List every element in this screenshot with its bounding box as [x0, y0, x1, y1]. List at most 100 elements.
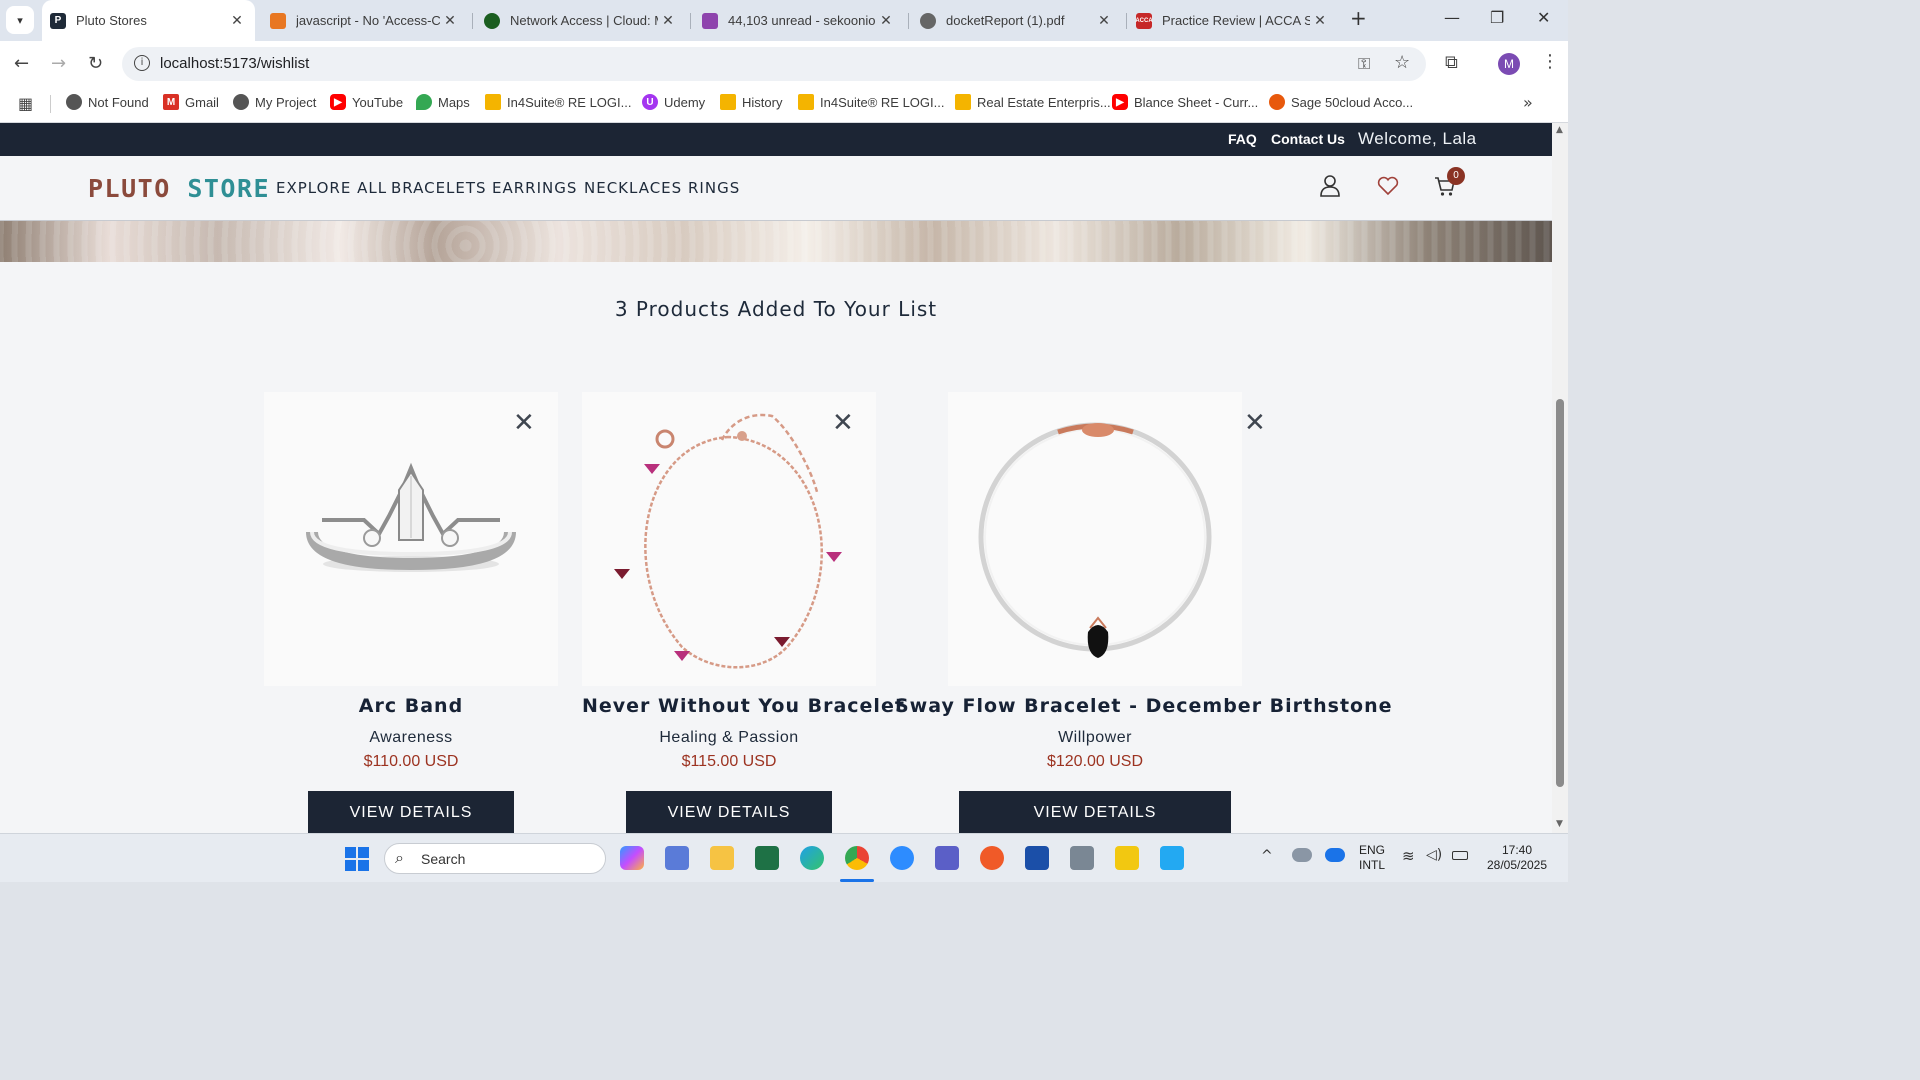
extensions-icon[interactable]: ⧉ — [1445, 52, 1458, 73]
bookmark-youtube[interactable]: ▶ YouTube — [330, 94, 403, 110]
scrollbar-thumb[interactable] — [1556, 399, 1564, 787]
store-logo[interactable]: PLUTO STORE — [88, 174, 270, 203]
faq-link[interactable]: FAQ — [1228, 131, 1257, 147]
url-text: localhost:5173/wishlist — [160, 55, 310, 72]
gmail-icon: M — [163, 94, 179, 110]
user-icon[interactable] — [1320, 175, 1340, 197]
reload-icon[interactable]: ↻ — [88, 53, 103, 74]
page-scrollbar[interactable]: ▲ ▼ — [1552, 123, 1568, 833]
bookmark-label: Not Found — [88, 94, 149, 110]
remove-item-close-icon[interactable]: ✕ — [1244, 410, 1266, 436]
clock[interactable]: 17:40 28/05/2025 — [1480, 843, 1554, 873]
edge-icon[interactable] — [800, 846, 824, 870]
view-details-button[interactable]: VIEW DETAILS — [959, 791, 1231, 833]
forward-icon[interactable]: → — [51, 53, 66, 74]
teams-icon[interactable] — [935, 846, 959, 870]
remove-item-close-icon[interactable]: ✕ — [832, 410, 854, 436]
copilot-icon[interactable] — [620, 846, 644, 870]
tab-title: Network Access | Cloud: M — [510, 13, 658, 28]
search-icon: ⌕ — [395, 848, 404, 867]
nav-bracelets[interactable]: BRACELETS — [391, 179, 487, 197]
volume-icon[interactable]: ◁) — [1426, 847, 1442, 863]
product-name[interactable]: Sway Flow Bracelet - December Birthstone — [895, 695, 1392, 717]
close-window-icon[interactable]: ✕ — [1537, 8, 1550, 27]
bookmark-gmail[interactable]: M Gmail — [163, 94, 219, 110]
restore-icon[interactable]: ❐ — [1490, 8, 1504, 27]
tab-javascript[interactable]: javascript - No 'Access-Cor ✕ — [262, 0, 468, 41]
file-explorer-icon[interactable] — [710, 846, 734, 870]
zoom-icon[interactable] — [890, 846, 914, 870]
calculator-icon[interactable] — [1070, 846, 1094, 870]
tab-title: docketReport (1).pdf — [946, 13, 1065, 28]
wifi-icon[interactable]: ≋ — [1402, 847, 1415, 865]
power-bi-icon[interactable] — [1115, 846, 1139, 870]
taskbar-search-box[interactable]: ⌕ Search — [384, 843, 606, 874]
bookmark-sage[interactable]: Sage 50cloud Acco... — [1269, 94, 1413, 110]
bookmark-my-project[interactable]: My Project — [233, 94, 316, 110]
bookmark-not-found[interactable]: Not Found — [66, 94, 149, 110]
tab-search-button[interactable]: ▾ — [6, 6, 34, 34]
close-tab-icon[interactable]: ✕ — [876, 12, 896, 29]
bookmark-maps[interactable]: Maps — [416, 94, 470, 110]
onedrive-business-icon[interactable] — [1325, 848, 1345, 862]
tab-network-access[interactable]: Network Access | Cloud: M ✕ — [476, 0, 686, 41]
close-tab-icon[interactable]: ✕ — [440, 12, 460, 29]
close-tab-icon[interactable]: ✕ — [227, 12, 247, 29]
close-tab-icon[interactable]: ✕ — [1094, 12, 1114, 29]
chevron-up-icon[interactable]: ^ — [1261, 848, 1273, 864]
bookmark-history[interactable]: History — [720, 94, 782, 110]
site-info-icon[interactable]: i — [134, 55, 150, 71]
new-tab-icon[interactable]: + — [1350, 6, 1367, 30]
nav-rings[interactable]: RINGS — [688, 179, 740, 197]
bookmark-udemy[interactable]: U Udemy — [642, 94, 705, 110]
language-indicator[interactable]: ENG INTL — [1356, 843, 1388, 873]
pluto-favicon-icon: P — [50, 12, 66, 29]
profile-avatar[interactable]: M — [1498, 53, 1520, 75]
apps-grid-icon[interactable]: ▦ — [18, 94, 33, 113]
menu-dots-icon[interactable]: ⋮ — [1541, 51, 1559, 72]
youtube-icon: ▶ — [330, 94, 346, 110]
product-name[interactable]: Arc Band — [264, 695, 558, 717]
scroll-up-icon[interactable]: ▲ — [1556, 125, 1563, 135]
bookmark-star-icon[interactable]: ☆ — [1394, 52, 1410, 73]
minimize-icon[interactable]: — — [1444, 8, 1460, 27]
password-key-icon[interactable]: ⚿ — [1358, 54, 1370, 74]
address-bar[interactable]: i localhost:5173/wishlist ⚿ ☆ — [122, 47, 1426, 81]
tab-pluto-stores[interactable]: P Pluto Stores ✕ — [42, 0, 255, 41]
battery-icon[interactable] — [1452, 851, 1468, 860]
bookmark-in4suite-2[interactable]: In4Suite® RE LOGI... — [798, 94, 944, 110]
tab-acca[interactable]: ACCA Practice Review | ACCA Stu ✕ — [1128, 0, 1338, 41]
close-tab-icon[interactable]: ✕ — [658, 12, 678, 29]
scroll-down-icon[interactable]: ▼ — [1556, 819, 1563, 829]
tab-mail[interactable]: 44,103 unread - sekoonioi ✕ — [694, 0, 904, 41]
app-icon[interactable] — [665, 846, 689, 870]
windows-start-icon[interactable] — [345, 847, 369, 871]
app-orange-icon[interactable] — [980, 846, 1004, 870]
bookmark-real-estate[interactable]: Real Estate Enterpris... — [955, 94, 1111, 110]
view-details-button[interactable]: VIEW DETAILS — [626, 791, 832, 833]
chrome-icon[interactable] — [845, 846, 869, 870]
tab-docket-report[interactable]: docketReport (1).pdf ✕ — [912, 0, 1122, 41]
more-bookmarks-icon[interactable]: » — [1523, 93, 1533, 112]
globe-favicon-icon — [920, 12, 936, 29]
nav-earrings[interactable]: EARRINGS — [492, 179, 577, 197]
welcome-text: Welcome, Lala — [1358, 129, 1477, 148]
back-icon[interactable]: ← — [14, 53, 29, 74]
onedrive-icon[interactable] — [1292, 848, 1312, 862]
product-image-sway-flow[interactable] — [948, 392, 1242, 686]
contact-us-link[interactable]: Contact Us — [1271, 131, 1345, 147]
nav-necklaces[interactable]: NECKLACES — [584, 179, 682, 197]
wishlist-heart-icon[interactable] — [1377, 176, 1399, 196]
nav-explore-all[interactable]: EXPLORE ALL — [276, 179, 387, 197]
close-tab-icon[interactable]: ✕ — [1310, 12, 1330, 29]
app-blue-icon[interactable] — [1025, 846, 1049, 870]
product-name[interactable]: Never Without You Bracelet — [582, 695, 904, 717]
remove-item-close-icon[interactable]: ✕ — [513, 410, 535, 436]
vscode-icon[interactable] — [1160, 846, 1184, 870]
view-details-button[interactable]: VIEW DETAILS — [308, 791, 514, 833]
bookmark-label: In4Suite® RE LOGI... — [820, 94, 945, 110]
bookmark-in4suite-1[interactable]: In4Suite® RE LOGI... — [485, 94, 631, 110]
product-price: $110.00 USD — [363, 753, 459, 770]
bookmark-balance-sheet[interactable]: ▶ Blance Sheet - Curr... — [1112, 94, 1258, 110]
excel-icon[interactable] — [755, 846, 779, 870]
